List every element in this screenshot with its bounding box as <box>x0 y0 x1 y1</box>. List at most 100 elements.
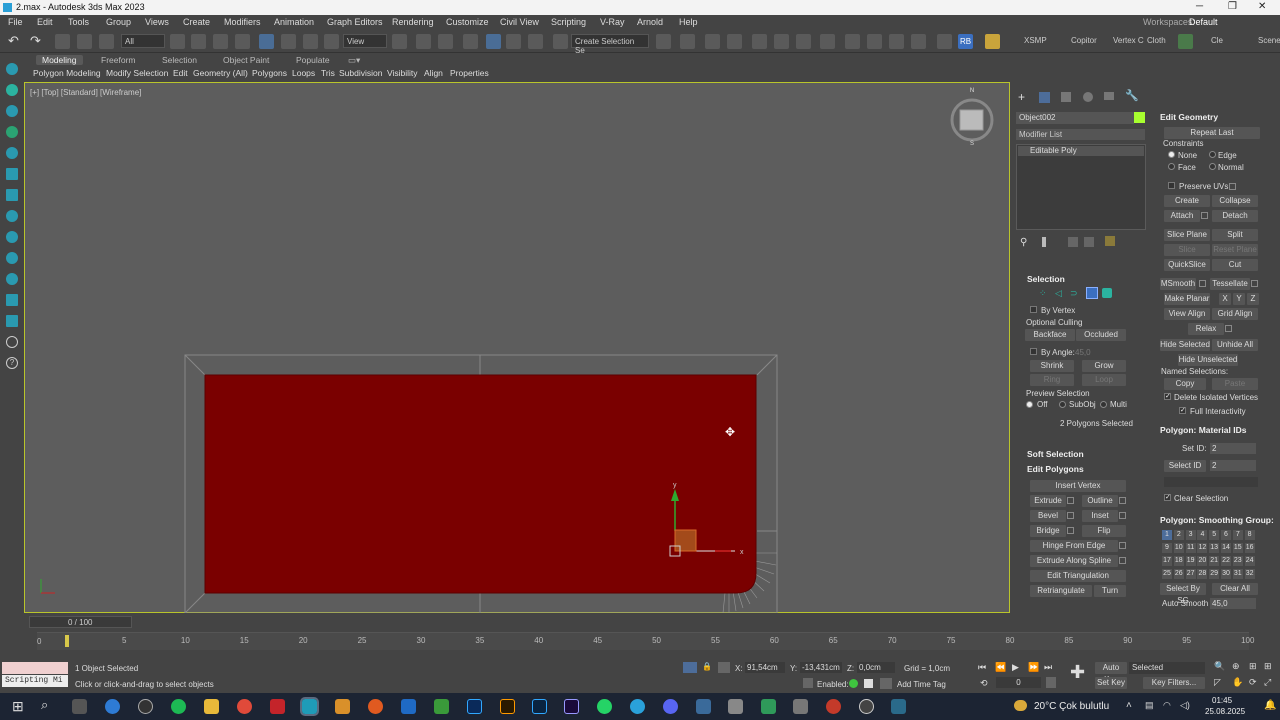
smoothing-group-button[interactable]: 28 <box>1197 569 1208 579</box>
selection-filter-dropdown[interactable]: All <box>121 34 165 48</box>
pivot-center-icon[interactable] <box>392 34 407 49</box>
acrobat-icon[interactable] <box>270 699 285 714</box>
select-by-sg-button[interactable]: Select By SG <box>1160 583 1206 605</box>
auto-smooth-spinner[interactable]: 45,0 <box>1210 598 1256 609</box>
hierarchy-tab-icon[interactable] <box>1061 92 1071 102</box>
planar-x-button[interactable]: X <box>1219 293 1231 305</box>
smoothing-group-button[interactable]: 20 <box>1197 556 1208 566</box>
sync-icon[interactable] <box>6 147 18 159</box>
smoothing-group-button[interactable]: 1 <box>1162 530 1172 540</box>
outline-settings-icon[interactable] <box>1119 497 1126 504</box>
wifi-icon[interactable]: ◠ <box>1163 700 1171 711</box>
loop-icon[interactable] <box>6 336 18 348</box>
menu-views[interactable]: Views <box>145 17 169 27</box>
smoothing-group-button[interactable]: 22 <box>1221 556 1231 566</box>
redo-icon[interactable]: ↷ <box>30 34 45 49</box>
maxscript-listener-top[interactable] <box>2 662 68 674</box>
ribbon-polygon-modeling[interactable]: Polygon Modeling <box>33 68 101 78</box>
discord-icon[interactable] <box>663 699 678 714</box>
smoothing-group-button[interactable]: 29 <box>1209 569 1220 579</box>
hinge-settings-icon[interactable] <box>1119 542 1126 549</box>
ribbon-tab-modeling[interactable]: Modeling <box>36 55 83 65</box>
window-crossing-icon[interactable] <box>235 34 250 49</box>
menu-create[interactable]: Create <box>183 17 210 27</box>
menu-help[interactable]: Help <box>679 17 698 27</box>
menu-modifiers[interactable]: Modifiers <box>224 17 261 27</box>
panel-icon[interactable] <box>6 294 18 306</box>
smoothing-group-button[interactable]: 5 <box>1209 530 1220 540</box>
select-manipulate-icon[interactable] <box>416 34 431 49</box>
menu-scripting[interactable]: Scripting <box>551 17 586 27</box>
zoom-all-icon[interactable]: ⊕ <box>1232 661 1240 672</box>
extrude-spline-settings-icon[interactable] <box>1119 557 1126 564</box>
smoothing-group-button[interactable]: 15 <box>1232 543 1243 553</box>
make-planar-button[interactable]: Make Planar <box>1164 293 1210 305</box>
menu-edit[interactable]: Edit <box>37 17 53 27</box>
planar-y-button[interactable]: Y <box>1233 293 1245 305</box>
object-name-field[interactable]: Object002 <box>1016 112 1134 124</box>
preserve-uvs-checkbox[interactable] <box>1168 182 1175 189</box>
select-place-icon[interactable] <box>324 34 339 49</box>
undo-icon[interactable]: ↶ <box>8 34 23 49</box>
ribbon-options-icon[interactable]: ▭▾ <box>348 55 360 66</box>
split-button[interactable]: Split <box>1212 229 1258 241</box>
copy-button[interactable]: Copy <box>1164 378 1206 390</box>
smoothing-group-button[interactable]: 6 <box>1221 530 1231 540</box>
soft-selection-rollout-title[interactable]: Soft Selection <box>1027 449 1084 459</box>
preserve-uvs-settings-icon[interactable] <box>1229 183 1236 190</box>
y-coord-field[interactable]: -13,431cm <box>800 662 842 673</box>
key-filters-button[interactable]: Key Filters... <box>1143 677 1205 689</box>
constraint-normal-radio[interactable] <box>1209 163 1216 170</box>
sun-icon[interactable] <box>6 105 18 117</box>
vertex-mode-icon[interactable]: ⁘ <box>1039 288 1049 298</box>
smoothing-group-button[interactable]: 21 <box>1209 556 1220 566</box>
tree-icon[interactable] <box>6 126 18 138</box>
preview-subobj-radio[interactable] <box>1059 401 1066 408</box>
extrude-along-spline-button[interactable]: Extrude Along Spline <box>1030 555 1118 567</box>
selection-lock-icon[interactable]: 🔒 <box>702 662 712 671</box>
material-name-dropdown[interactable] <box>1164 477 1258 487</box>
preview-off-radio[interactable] <box>1026 401 1033 408</box>
weather-text[interactable]: 20°C Çok bulutlu <box>1034 701 1109 712</box>
smoothing-group-button[interactable]: 17 <box>1162 556 1172 566</box>
keyboard-shortcut-icon[interactable] <box>438 34 453 49</box>
cut-button[interactable]: Cut <box>1212 259 1258 271</box>
smoothing-group-button[interactable]: 9 <box>1162 543 1172 553</box>
maximize-viewport-icon[interactable]: ⤢ <box>1264 677 1271 688</box>
select-by-name-icon[interactable] <box>191 34 206 49</box>
create-tab-icon[interactable]: + <box>1018 90 1025 104</box>
render-setup-icon[interactable] <box>845 34 860 49</box>
clock-time[interactable]: 01:45 <box>1212 696 1232 705</box>
rb-button[interactable]: RB <box>958 34 973 49</box>
backface-button[interactable]: Backface <box>1025 329 1075 341</box>
menu-customize[interactable]: Customize <box>446 17 489 27</box>
ribbon-polygons[interactable]: Polygons <box>252 68 287 78</box>
collapse-button[interactable]: Collapse <box>1212 195 1258 207</box>
ribbon-edit[interactable]: Edit <box>173 68 188 78</box>
render-iterative-icon[interactable] <box>911 34 926 49</box>
time-tag-button-icon[interactable] <box>880 678 892 689</box>
box-icon[interactable] <box>6 189 18 201</box>
bridge-settings-icon[interactable] <box>1067 527 1074 534</box>
render-frame-icon[interactable] <box>867 34 882 49</box>
auto-key-button[interactable]: Auto Key <box>1095 662 1127 684</box>
modify-tab-icon[interactable] <box>1039 92 1050 103</box>
hide-selected-button[interactable]: Hide Selected <box>1160 339 1210 351</box>
scene-explorer-icon[interactable] <box>705 34 720 49</box>
prev-frame-icon[interactable]: ⏪ <box>995 662 1006 673</box>
telegram-icon[interactable] <box>630 699 645 714</box>
delete-isolated-checkbox[interactable]: ✓ <box>1164 393 1171 400</box>
cloth-button[interactable]: Cloth <box>1147 36 1166 45</box>
search-icon[interactable]: ⌕ <box>41 697 48 713</box>
select-rotate-icon[interactable] <box>281 34 296 49</box>
smoothing-group-button[interactable]: 31 <box>1232 569 1243 579</box>
light-icon[interactable] <box>6 84 18 96</box>
menu-file[interactable]: File <box>8 17 23 27</box>
smoothing-group-button[interactable]: 10 <box>1173 543 1184 553</box>
menu-arnold[interactable]: Arnold <box>637 17 663 27</box>
unhide-all-button[interactable]: Unhide All <box>1212 339 1258 351</box>
select-scale-icon[interactable] <box>303 34 318 49</box>
firefox-icon[interactable] <box>368 699 383 714</box>
loop-button[interactable]: Loop <box>1082 374 1126 386</box>
red-app-icon[interactable] <box>826 699 841 714</box>
